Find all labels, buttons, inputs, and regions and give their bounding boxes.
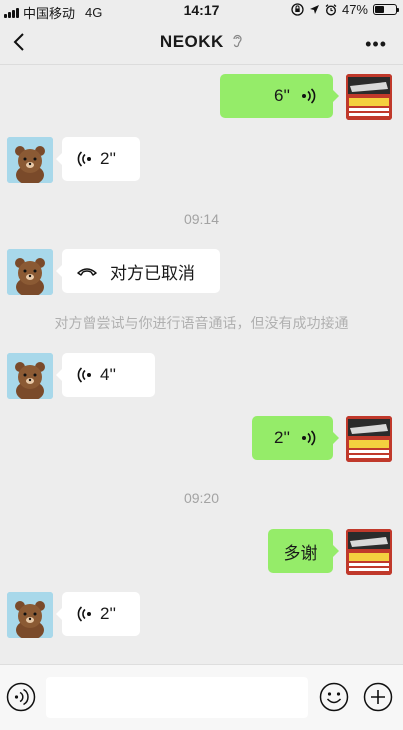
contact-avatar[interactable] (7, 249, 53, 295)
voice-message-in[interactable]: 2'' (56, 592, 140, 636)
voice-duration: 4'' (100, 365, 116, 384)
voice-input-icon[interactable] (6, 682, 36, 712)
battery-percent: 47% (341, 2, 368, 17)
chat-title: NEOKK (0, 32, 403, 52)
voice-duration: 2'' (274, 428, 290, 447)
contact-name: NEOKK (159, 32, 224, 51)
voice-wave-icon (302, 88, 316, 104)
emoji-icon[interactable] (319, 682, 349, 712)
system-notice: 对方曾尝试与你进行语音通话，但没有成功接通 (54, 315, 349, 331)
plus-icon[interactable] (363, 682, 393, 712)
contact-avatar[interactable] (7, 353, 53, 399)
battery-icon (373, 4, 399, 15)
more-dots-icon[interactable]: ••• (365, 34, 387, 55)
voice-message-out[interactable]: 6'' (220, 74, 339, 118)
battery-fill (375, 6, 385, 13)
text-message-out[interactable]: 多谢 (268, 529, 339, 573)
voice-wave-icon (77, 151, 91, 167)
chat-header: NEOKK ••• (0, 20, 403, 65)
message-timestamp: 09:20 (183, 490, 220, 506)
contact-avatar[interactable] (7, 592, 53, 638)
input-bar (0, 664, 403, 730)
message-timestamp: 09:14 (183, 211, 220, 227)
hangup-phone-icon (77, 268, 97, 276)
location-icon (309, 5, 319, 14)
voice-message-in[interactable]: 4'' (56, 353, 155, 397)
my-avatar[interactable] (346, 74, 392, 120)
my-avatar[interactable] (346, 416, 392, 462)
voice-wave-icon (302, 430, 316, 446)
voice-duration: 6'' (274, 86, 290, 105)
my-avatar[interactable] (346, 529, 392, 575)
voice-wave-icon (77, 606, 91, 622)
message-input[interactable] (46, 677, 308, 718)
ear-icon (233, 34, 242, 48)
alarm-icon (325, 3, 337, 16)
voice-message-out[interactable]: 2'' (252, 416, 339, 460)
call-status-text: 对方已取消 (110, 263, 195, 283)
orientation-lock-icon (291, 3, 304, 16)
status-right: 47% (291, 2, 399, 17)
voice-message-in[interactable]: 2'' (56, 137, 140, 181)
voice-wave-icon (77, 367, 91, 383)
message-text: 多谢 (283, 543, 318, 563)
voice-duration: 2'' (100, 149, 116, 168)
call-message-in[interactable]: 对方已取消 (56, 249, 220, 293)
voice-duration: 2'' (100, 604, 116, 623)
status-bar: 中国移动 4G 14:17 47% (0, 0, 403, 21)
contact-avatar[interactable] (7, 137, 53, 183)
